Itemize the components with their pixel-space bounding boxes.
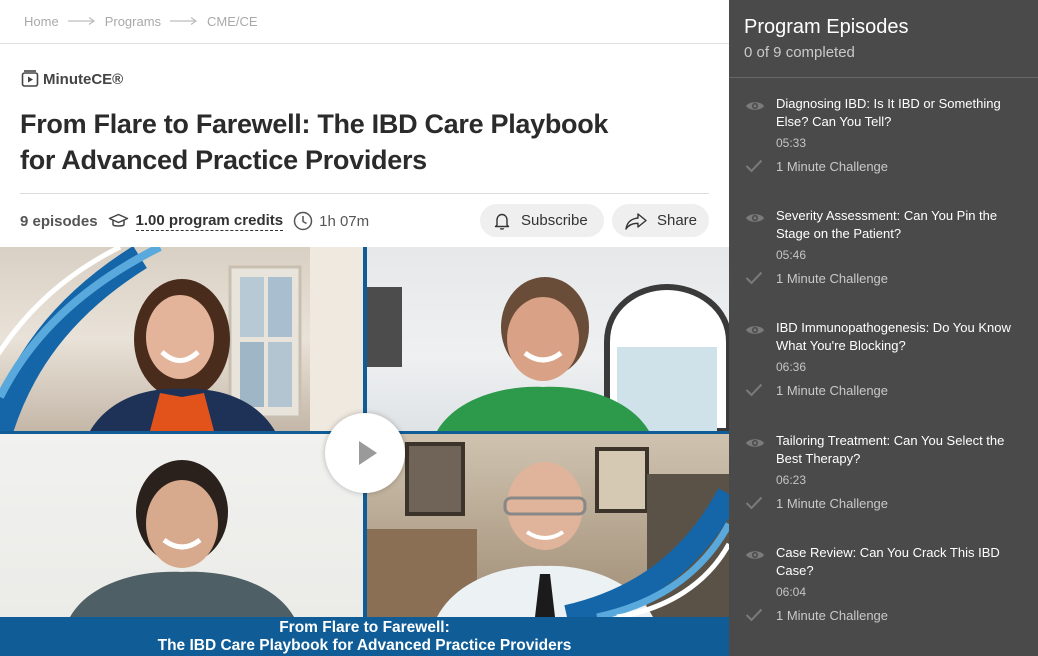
challenge-link[interactable]: 1 Minute Challenge <box>776 608 888 623</box>
subscribe-label: Subscribe <box>521 212 588 229</box>
episode-duration: 06:23 <box>776 473 807 487</box>
share-label: Share <box>656 212 697 229</box>
eye-icon <box>746 439 764 447</box>
episode-duration: 05:46 <box>776 248 807 262</box>
episode-duration: 05:33 <box>776 136 807 150</box>
episode-item[interactable]: Diagnosing IBD: Is It IBD or Something E… <box>729 95 1038 207</box>
program-title: From Flare to Farewell: The IBD Care Pla… <box>20 106 660 178</box>
eye-icon <box>746 326 764 334</box>
episode-item[interactable]: Tailoring Treatment: Can You Select the … <box>729 432 1038 544</box>
video-tile-host-3 <box>0 434 363 617</box>
checkmark-icon <box>745 608 763 622</box>
program-page: Home Programs CME/CE MinuteCE® From Flar… <box>0 0 729 656</box>
video-tile-host-2 <box>367 247 729 431</box>
program-credits[interactable]: 1.00 program credits <box>108 212 284 231</box>
challenge-link[interactable]: 1 Minute Challenge <box>776 271 888 286</box>
breadcrumb: Home Programs CME/CE <box>24 12 258 30</box>
brand-logo: MinuteCE® <box>21 69 123 89</box>
graduation-cap-icon <box>108 213 128 227</box>
arrow-right-icon <box>169 16 199 26</box>
breadcrumb-home[interactable]: Home <box>24 14 59 29</box>
episode-title[interactable]: Severity Assessment: Can You Pin the Sta… <box>776 207 1026 243</box>
arrow-right-icon <box>67 16 97 26</box>
episode-title[interactable]: Diagnosing IBD: Is It IBD or Something E… <box>776 95 1026 131</box>
clock-icon <box>293 211 313 231</box>
title-divider <box>20 193 709 194</box>
video-tile-host-4 <box>367 434 729 617</box>
episode-item[interactable]: Case Review: Can You Crack This IBD Case… <box>729 544 1038 656</box>
play-icon <box>359 441 377 465</box>
checkmark-icon <box>745 271 763 285</box>
program-title-line-2: for Advanced Practice Providers <box>20 145 427 175</box>
episode-item[interactable]: IBD Immunopathogenesis: Do You Know What… <box>729 319 1038 431</box>
challenge-link[interactable]: 1 Minute Challenge <box>776 159 888 174</box>
completion-status: 0 of 9 completed <box>744 44 855 61</box>
eye-icon <box>746 551 764 559</box>
video-tile-host-1 <box>0 247 363 431</box>
breadcrumb-cme-ce[interactable]: CME/CE <box>207 14 258 29</box>
episode-duration: 06:36 <box>776 360 807 374</box>
subscribe-button[interactable]: Subscribe <box>480 204 604 237</box>
header-divider <box>0 43 729 44</box>
program-duration: 1h 07m <box>293 211 369 231</box>
episodes-count: 9 episodes <box>20 212 98 230</box>
episode-item[interactable]: Severity Assessment: Can You Pin the Sta… <box>729 207 1038 319</box>
challenge-link[interactable]: 1 Minute Challenge <box>776 496 888 511</box>
program-title-line-1: From Flare to Farewell: The IBD Care Pla… <box>20 109 609 139</box>
video-player[interactable]: From Flare to Farewell: The IBD Care Pla… <box>0 247 729 656</box>
challenge-link[interactable]: 1 Minute Challenge <box>776 383 888 398</box>
checkmark-icon <box>745 159 763 173</box>
panel-divider <box>729 77 1038 78</box>
credits-label[interactable]: 1.00 program credits <box>135 212 284 231</box>
checkmark-icon <box>745 496 763 510</box>
eye-icon <box>746 214 764 222</box>
episode-title[interactable]: IBD Immunopathogenesis: Do You Know What… <box>776 319 1026 355</box>
share-arrow-icon <box>625 212 647 230</box>
video-caption-line-1: From Flare to Farewell: <box>279 619 450 636</box>
episodes-panel: Program Episodes 0 of 9 completed Diagno… <box>729 0 1038 656</box>
play-box-icon <box>21 70 39 88</box>
bell-icon <box>494 213 510 230</box>
eye-icon <box>746 102 764 110</box>
share-button[interactable]: Share <box>612 204 709 237</box>
episode-title[interactable]: Tailoring Treatment: Can You Select the … <box>776 432 1026 468</box>
brand-name: MinuteCE® <box>43 70 124 88</box>
episode-title[interactable]: Case Review: Can You Crack This IBD Case… <box>776 544 1026 580</box>
video-caption: From Flare to Farewell: The IBD Care Pla… <box>0 617 729 656</box>
episode-duration: 06:04 <box>776 585 807 599</box>
duration-label: 1h 07m <box>319 212 370 230</box>
checkmark-icon <box>745 383 763 397</box>
program-meta: 9 episodes 1.00 program credits 1h 07m S… <box>20 204 709 238</box>
breadcrumb-programs[interactable]: Programs <box>105 14 161 29</box>
video-caption-line-2: The IBD Care Playbook for Advanced Pract… <box>157 637 572 654</box>
panel-title: Program Episodes <box>744 16 909 38</box>
play-button[interactable] <box>325 413 405 493</box>
